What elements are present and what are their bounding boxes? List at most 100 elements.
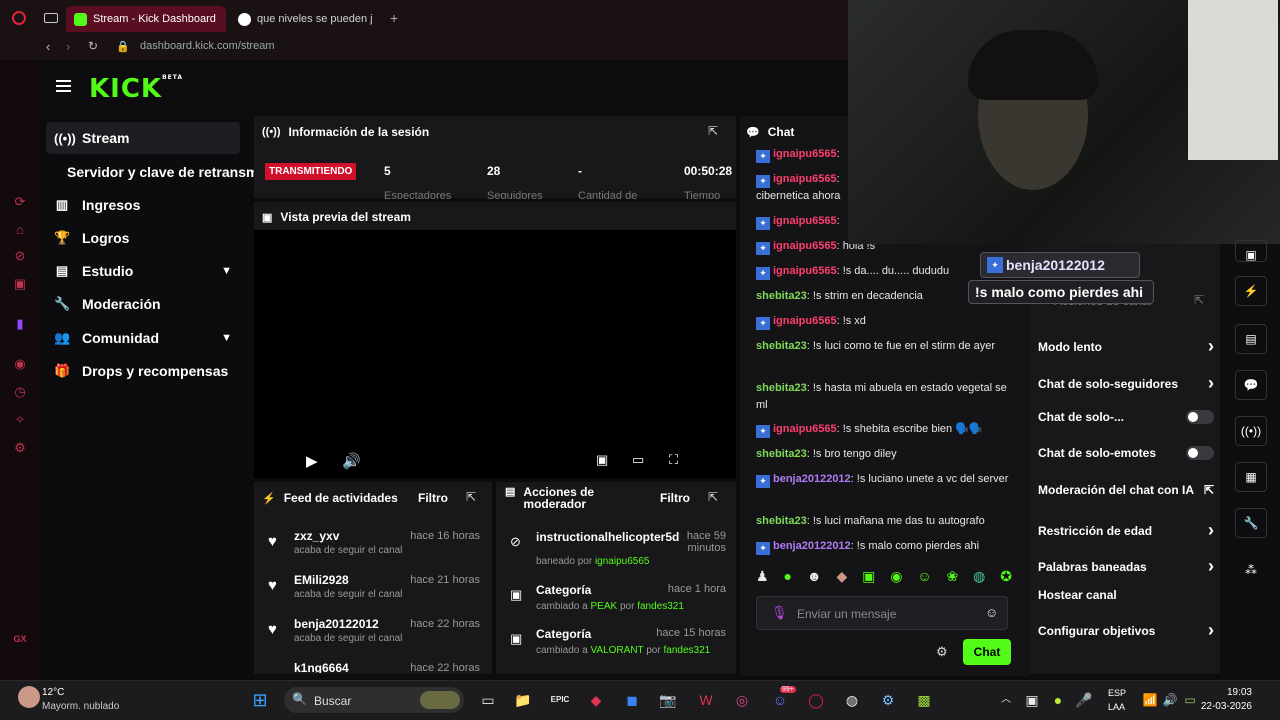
chat-username[interactable]: benja20122012 [773, 473, 851, 485]
volume-icon[interactable]: 🔊 [1160, 690, 1180, 710]
emote-icon[interactable]: ✪ [1000, 568, 1012, 588]
weather-avatar-icon[interactable] [18, 686, 40, 708]
tray-app2-icon[interactable]: ● [1048, 690, 1068, 710]
chat-username[interactable]: benja20122012 [773, 540, 851, 552]
chat-username[interactable]: ignaipu6565 [773, 215, 837, 227]
stream-video[interactable] [254, 230, 736, 478]
emote-icon[interactable]: ◉ [890, 568, 902, 588]
channel-action-8[interactable]: Hostear canal [1038, 588, 1214, 602]
microphone-icon[interactable]: 🎙 [771, 605, 788, 621]
chrome-icon[interactable]: ◍ [842, 690, 862, 710]
kick-logo[interactable]: KICKBETA [89, 74, 183, 104]
wrench-icon[interactable]: 🔧 [1235, 508, 1267, 538]
document-icon[interactable]: ▤ [1235, 324, 1267, 354]
emote-icon[interactable]: ▣ [862, 568, 875, 588]
popout-icon[interactable]: ⇱ [708, 124, 718, 138]
battery-icon[interactable]: ▭ [1180, 690, 1200, 710]
nav-item-stream[interactable]: ((•)) Stream [46, 122, 240, 154]
emoji-picker-icon[interactable]: ☺ [985, 605, 998, 620]
instagram-icon[interactable]: ◎ [732, 690, 752, 710]
forward-arrow-icon[interactable]: › [66, 39, 70, 54]
emote-icon[interactable]: ☻ [807, 568, 822, 588]
emote-icon[interactable]: ❀ [947, 568, 959, 588]
emote-icon[interactable]: ● [783, 568, 791, 588]
chat-username[interactable]: ignaipu6565 [773, 423, 837, 435]
wifi-icon[interactable]: 📶 [1140, 690, 1160, 710]
chat-username[interactable]: ignaipu6565 [773, 148, 837, 160]
camera-app-icon[interactable]: 📷 [658, 690, 678, 710]
weather-temp[interactable]: 12°C [42, 687, 64, 698]
chat-username[interactable]: shebita23 [756, 382, 807, 394]
roblox-icon[interactable]: ◼ [622, 690, 642, 710]
chat-username[interactable]: shebita23 [756, 340, 807, 352]
wps-icon[interactable]: W [696, 690, 716, 710]
sidebar-player-icon[interactable]: ◉ [12, 356, 28, 372]
toggle-switch[interactable] [1186, 410, 1214, 424]
clock-date[interactable]: 22-03-2026 [1200, 701, 1252, 712]
channel-action-7[interactable]: Palabras baneadas › [1038, 556, 1214, 577]
reload-icon[interactable]: ↻ [88, 39, 98, 53]
emote-icon[interactable]: ◍ [973, 568, 985, 588]
chat-bubble-icon[interactable]: 💬 [1235, 370, 1267, 400]
channel-action-1[interactable]: Modo lento › [1038, 336, 1214, 357]
channel-action-4[interactable]: Chat de solo-emotes [1038, 446, 1214, 460]
sidebar-bag-icon[interactable]: ⌂ [12, 222, 28, 238]
back-arrow-icon[interactable]: ‹ [46, 39, 50, 54]
nav-item-server-key[interactable]: Servidor y clave de retransm [60, 156, 254, 188]
sidebar-refresh-icon[interactable]: ⟳ [12, 194, 28, 210]
tab-menu-icon[interactable] [44, 13, 58, 23]
tray-mic-icon[interactable]: 🎤 [1074, 690, 1094, 710]
channel-action-2[interactable]: Chat de solo-seguidores › [1038, 373, 1214, 394]
popout-icon[interactable]: ⇱ [708, 490, 718, 504]
fullscreen-icon[interactable]: ⛶ [669, 452, 678, 468]
pocket-icon[interactable]: ◆ [586, 690, 606, 710]
channel-action-3[interactable]: Chat de solo-... [1038, 410, 1214, 424]
sidebar-no-icon[interactable]: ⊘ [12, 248, 28, 264]
steam-icon[interactable]: ⚙ [878, 690, 898, 710]
lightning-icon[interactable]: ⚡ [1235, 276, 1267, 306]
chat-username[interactable]: ignaipu6565 [773, 240, 837, 252]
language-layout[interactable]: LAA [1108, 702, 1125, 712]
twitch-icon[interactable]: ▮ [12, 316, 28, 332]
feed-filter-button[interactable]: Filtro [418, 491, 448, 505]
sidebar-settings-icon[interactable]: ⚙ [12, 440, 28, 456]
chat-username[interactable]: shebita23 [756, 290, 807, 302]
opera-gx-taskbar-icon[interactable]: ◯ [806, 690, 826, 710]
task-view-icon[interactable]: ▭ [478, 690, 498, 710]
chat-username[interactable]: shebita23 [756, 448, 807, 460]
mod-filter-button[interactable]: Filtro [660, 491, 690, 505]
channel-action-6[interactable]: Restricción de edad › [1038, 520, 1214, 541]
broadcast-icon[interactable]: ((•)) [1235, 416, 1267, 446]
nav-item-logros[interactable]: 🏆 Logros [46, 222, 240, 254]
sidebar-mail-icon[interactable]: ▣ [12, 276, 28, 292]
nav-item-estudio[interactable]: ▤ Estudio ▼ [46, 255, 240, 287]
gx-icon[interactable]: GX [12, 634, 28, 650]
discord-icon[interactable]: ☺ [770, 690, 790, 710]
play-icon[interactable]: ▶ [306, 452, 318, 470]
nav-item-ingresos[interactable]: ▥ Ingresos [46, 189, 240, 221]
camera-icon[interactable]: ▣ [1235, 240, 1267, 262]
toggle-switch[interactable] [1186, 446, 1214, 460]
taskbar-search[interactable]: 🔍 Buscar [284, 687, 464, 713]
tab-kick-dashboard[interactable]: Stream - Kick Dashboard [66, 6, 226, 32]
clock-time[interactable]: 19:03 [1212, 687, 1252, 698]
nav-item-comunidad[interactable]: 👥 Comunidad ▼ [46, 322, 240, 354]
popout-icon[interactable]: ⇱ [466, 490, 476, 504]
epic-games-icon[interactable]: EPIC [550, 690, 570, 710]
chat-settings-gear-icon[interactable]: ⚙ [936, 644, 948, 660]
windows-start-icon[interactable]: ⊞ [250, 690, 270, 710]
emote-icon[interactable]: ◆ [836, 568, 847, 588]
tray-chevron-up-icon[interactable]: ︿ [996, 690, 1016, 710]
weather-desc[interactable]: Mayorm. nublado [42, 701, 119, 712]
tray-app-icon[interactable]: ▣ [1022, 690, 1042, 710]
chat-username[interactable]: ignaipu6565 [773, 265, 837, 277]
hamburger-menu-icon[interactable] [56, 80, 71, 92]
chat-username[interactable]: ignaipu6565 [773, 315, 837, 327]
minecraft-icon[interactable]: ▩ [914, 690, 934, 710]
opera-logo-icon[interactable] [12, 11, 26, 25]
tab-google-search[interactable]: que niveles se pueden jug [230, 6, 380, 32]
sidebar-history-icon[interactable]: ◷ [12, 384, 28, 400]
nav-item-moderacion[interactable]: 🔧 Moderación [46, 288, 240, 320]
sidebar-extension-icon[interactable]: ✧ [12, 412, 28, 428]
popout-icon[interactable]: ⇱ [1194, 293, 1204, 307]
